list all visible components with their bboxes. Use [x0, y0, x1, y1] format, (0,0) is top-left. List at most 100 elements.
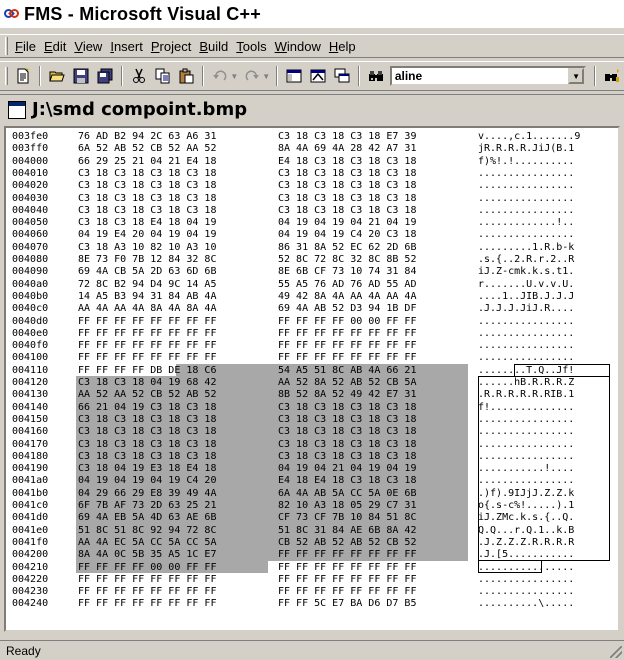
find-in-files-button[interactable] [365, 65, 387, 87]
hex-bytes-left: AA 4A AA 4A 8A 4A 8A 4A [78, 303, 217, 315]
hex-bytes-left: C3 18 C3 18 C3 18 C3 18 [78, 438, 217, 450]
menu-file[interactable]: File [11, 39, 40, 54]
menu-mnemonic: E [43, 38, 53, 54]
hex-ascii: ................ [478, 167, 575, 179]
hex-bytes-right: C3 18 C3 18 C3 18 C3 18 [278, 450, 417, 462]
hex-bytes-right: 04 19 04 21 04 19 04 19 [278, 463, 417, 475]
hex-address: 0040e0 [12, 327, 49, 339]
save-all-button[interactable] [94, 65, 116, 87]
hex-bytes-right: C3 18 C3 18 C3 18 C3 18 [278, 438, 417, 450]
open-button[interactable] [46, 65, 68, 87]
paste-button[interactable] [176, 65, 198, 87]
toolbar-grip[interactable] [5, 67, 8, 85]
hex-bytes-right: C3 18 C3 18 C3 18 C3 18 [278, 192, 417, 204]
find-dropdown-chevron-icon[interactable]: ▼ [568, 68, 585, 84]
hex-bytes-right: 54 A5 51 8C AB 4A 66 21 [278, 364, 417, 376]
undo-arrow-icon [213, 70, 227, 81]
standard-toolbar: ▼ ▼ aline ▼ [0, 61, 624, 91]
binoculars-icon [368, 71, 383, 81]
window-list-button[interactable] [331, 65, 353, 87]
menu-label-rest: uild [208, 38, 229, 54]
hex-editor-view[interactable]: 003fe0 76 AD B2 94 2C 63 A6 31 C3 18 C3 18… [4, 126, 620, 632]
hex-bytes-left: 04 19 E4 20 04 19 04 19 [78, 229, 217, 241]
hex-bytes-right: 82 10 A3 18 05 29 C7 31 [278, 500, 417, 511]
hex-bytes-right: C3 18 C3 18 C3 18 C3 18 [278, 413, 417, 425]
hex-ascii: iJ.ZMc.k.s.{..Q. [478, 512, 575, 524]
open-folder-icon [49, 71, 65, 82]
hex-address: 0040c0 [12, 303, 49, 315]
hex-ascii: Q.Q...r.Q.1..k.B [478, 524, 575, 536]
menu-build[interactable]: Build [195, 39, 232, 54]
hex-ascii: ................ [478, 450, 575, 462]
menu-help[interactable]: Help [325, 39, 360, 54]
hex-bytes-right: 8E 6B CF 73 10 74 31 84 [278, 266, 417, 278]
undo-dropdown-chevron-icon[interactable]: ▼ [230, 72, 238, 81]
hex-ascii: ................ [478, 180, 575, 192]
hex-bytes-left: 04 19 04 19 04 19 C4 20 [78, 475, 217, 487]
undo-button[interactable] [209, 65, 231, 87]
hex-bytes-left: C3 18 04 19 E3 18 E4 18 [78, 463, 217, 475]
hex-bytes-right: C3 18 C3 18 C3 18 C3 18 [278, 426, 417, 438]
new-file-icon [17, 68, 29, 84]
save-button[interactable] [70, 65, 92, 87]
hex-address: 004190 [12, 463, 49, 475]
menu-mnemonic: H [328, 38, 339, 54]
menu-label-rest: indow [286, 38, 321, 54]
hex-bytes-right: FF FF FF FF FF FF FF FF [278, 327, 417, 339]
hex-bytes-right: FF FF FF FF FF FF FF FF [278, 586, 417, 598]
resize-grip-icon[interactable] [610, 646, 622, 658]
save-disk-icon [73, 68, 89, 84]
hex-ascii: jR.R.R.R.JiJ(B.1 [478, 143, 575, 155]
menu-insert[interactable]: Insert [106, 39, 147, 54]
output-button[interactable] [307, 65, 329, 87]
hex-bytes-right: FF FF FF FF 00 00 FF FF [278, 315, 417, 327]
hex-address: 0040f0 [12, 340, 49, 352]
menu-grip[interactable] [5, 37, 8, 55]
hex-bytes-left: C3 18 C3 18 C3 18 C3 18 [78, 192, 217, 204]
find-combo-box[interactable]: aline ▼ [389, 66, 587, 86]
redo-arrow-icon [245, 70, 260, 81]
hex-ascii: .J.Z.Z.Z.R.R.R.R [478, 536, 575, 548]
hex-bytes-right: 86 31 8A 52 EC 62 2D 6B [278, 241, 417, 253]
menu-tools[interactable]: Tools [232, 39, 270, 54]
toolbar-separator [594, 66, 597, 86]
hex-ascii: ................ [478, 426, 575, 438]
hex-ascii: .J.[5........... [478, 549, 575, 561]
menu-mnemonic: V [74, 38, 83, 54]
hex-bytes-left: FF FF FF FF FF FF FF FF [78, 598, 217, 610]
menu-edit[interactable]: Edit [40, 39, 70, 54]
menu-bar: File Edit View Insert Project Build Tools Windo… [0, 34, 624, 58]
menu-project[interactable]: Project [147, 39, 195, 54]
hex-address: 004090 [12, 266, 49, 278]
hex-bytes-left: C3 18 C3 18 C3 18 C3 18 [78, 426, 217, 438]
hex-address: 0041e0 [12, 524, 49, 536]
redo-dropdown-chevron-icon[interactable]: ▼ [262, 72, 270, 81]
hex-bytes-left: FF FF FF FF FF FF FF FF [78, 327, 217, 339]
find-next-button[interactable] [601, 65, 623, 87]
menu-view[interactable]: View [70, 39, 106, 54]
workspace-button[interactable] [283, 65, 305, 87]
menu-label-rest: ile [22, 38, 36, 54]
hex-bytes-right: 69 4A AB 52 D3 94 1B DF [278, 303, 417, 315]
status-bar: Ready [0, 640, 624, 660]
redo-button[interactable] [241, 65, 263, 87]
hex-address: 004060 [12, 229, 49, 241]
hex-bytes-right: FF FF FF FF FF FF FF FF [278, 352, 417, 364]
menu-mnemonic: F [15, 38, 23, 54]
hex-bytes-left: 6A 52 AB 52 CB 52 AA 52 [78, 143, 217, 155]
new-text-file-button[interactable] [12, 65, 34, 87]
hex-ascii: .R.R.R.R.R.RIB.1 [478, 389, 575, 401]
hex-address: 003ff0 [12, 143, 49, 155]
hex-address: 0040a0 [12, 278, 49, 290]
cut-button[interactable] [128, 65, 150, 87]
toolbar-separator [120, 66, 123, 86]
document-header: J:\smd compoint.bmp [0, 94, 624, 124]
hex-bytes-left: 14 A5 B3 94 31 84 AB 4A [78, 290, 217, 302]
menu-window[interactable]: Window [271, 39, 325, 54]
hex-address: 004040 [12, 204, 49, 216]
hex-bytes-right: 8B 52 8A 52 49 42 E7 31 [278, 389, 417, 401]
menu-label-rest: dit [52, 38, 67, 54]
copy-button[interactable] [152, 65, 174, 87]
hex-bytes-left: 69 4A EB 5A 4D 63 AE 6B [78, 512, 217, 524]
hex-address: 004100 [12, 352, 49, 364]
